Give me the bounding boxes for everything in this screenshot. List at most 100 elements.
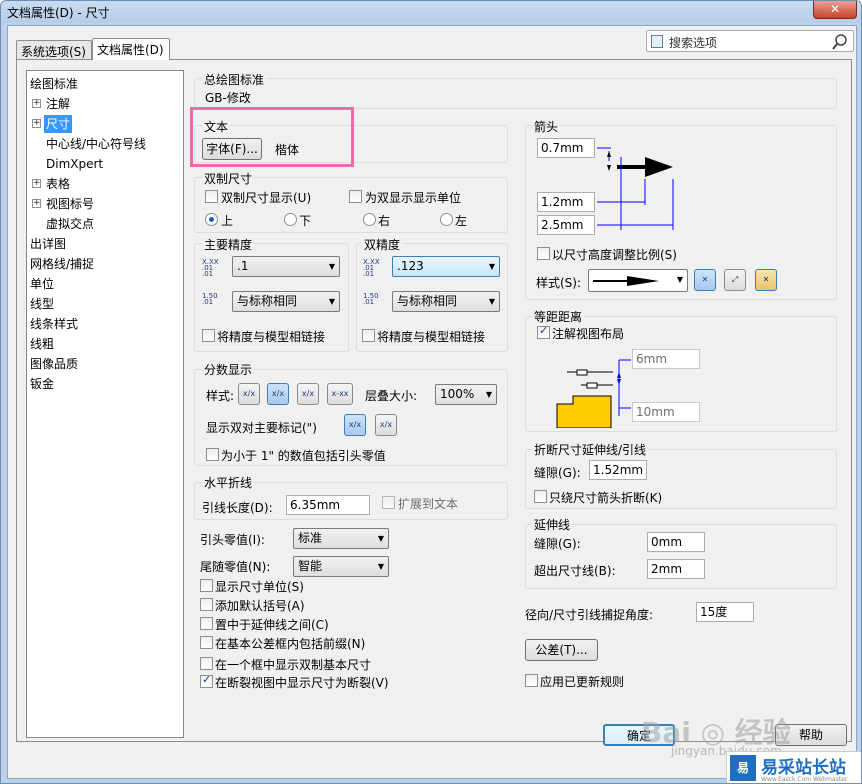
lead-zero-select[interactable]: 标准 (293, 528, 389, 549)
precision-value-icon: X.XX .01 .01 (363, 258, 380, 278)
lead-zero-checkbox[interactable] (206, 448, 219, 461)
stack-size-label: 层叠大小: (365, 389, 418, 403)
precision-value-icon: X.XX .01 .01 (202, 258, 219, 278)
overall-standard-group (194, 78, 837, 109)
tree-item-line-style[interactable]: 线条样式 (30, 315, 78, 333)
dual-display-checkbox[interactable] (205, 190, 218, 203)
dual-link-checkbox[interactable] (362, 329, 375, 342)
tree-item-image-quality[interactable]: 图像品质 (30, 355, 78, 373)
lead-zero-label: 为小于 1" 的数值包括引头零值 (221, 449, 386, 463)
ext-gap-input[interactable]: 0mm (647, 532, 705, 552)
tree-item-dimxpert[interactable]: DimXpert (46, 155, 103, 173)
search-icon[interactable] (831, 33, 849, 51)
apply-rules-label: 应用已更新规则 (540, 675, 625, 689)
dual-basic-checkbox[interactable] (200, 657, 213, 670)
fraction-title: 分数显示 (202, 361, 255, 378)
tree-item-units[interactable]: 单位 (30, 275, 54, 293)
only-arrows-checkbox[interactable] (534, 490, 547, 503)
window-title: 文档属性(D) - 尺寸 (7, 6, 110, 20)
only-arrows-label: 只绕尺寸箭头折断(K) (549, 491, 663, 505)
radio-bottom[interactable] (284, 213, 297, 226)
expand-icon[interactable]: + (32, 179, 41, 188)
tree-item-annotations[interactable]: 注解 (46, 95, 70, 113)
tolerance-button[interactable]: 公差(T)... (525, 639, 598, 661)
tree-item-sheet-metal[interactable]: 钣金 (30, 375, 54, 393)
arrow-size-3-input[interactable]: 2.5mm (537, 215, 595, 235)
primary-link-checkbox[interactable] (202, 329, 215, 342)
show-units-checkbox[interactable] (200, 579, 213, 592)
arrow-outside-icon[interactable]: ⤢ (724, 269, 746, 291)
dual-mark-label: 显示双对主要标记(") (206, 421, 317, 435)
center-ext-label: 置中于延伸线之间(C) (215, 618, 329, 632)
dual-basic-label: 在一个框中显示双制基本尺寸 (215, 658, 372, 672)
extend-text-checkbox[interactable] (382, 496, 395, 509)
dual-precision-select[interactable]: .123 (392, 256, 500, 277)
radio-left[interactable] (440, 213, 453, 226)
center-ext-checkbox[interactable] (200, 617, 213, 630)
broken-gap-label: 缝隙(G): (534, 466, 581, 480)
arrow-smart-icon[interactable]: ✕ (755, 269, 777, 291)
lead-zero-select-label: 引头零值(I): (200, 533, 265, 547)
search-input[interactable]: 搜索选项 (669, 34, 717, 51)
extend-text-label: 扩展到文本 (398, 497, 459, 511)
expand-icon[interactable]: + (32, 199, 41, 208)
arrow-style-label: 样式(S): (536, 276, 582, 290)
radio-bottom-label: 下 (299, 214, 312, 228)
ext-gap-label: 缝隙(G): (534, 537, 581, 551)
arrow-style-select[interactable] (588, 269, 688, 292)
fraction-style-icon[interactable]: x/x (238, 383, 260, 405)
apply-rules-checkbox[interactable] (525, 674, 538, 687)
options-tree[interactable]: 绘图标准 + 注解 + 尺寸 中心线/中心符号线 DimXpert + 表格 +… (26, 70, 184, 738)
offset-title: 等距距离 (532, 308, 585, 325)
fraction-dash-icon[interactable]: x-xx (327, 383, 353, 405)
radio-right[interactable] (363, 213, 376, 226)
basic-prefix-checkbox[interactable] (200, 636, 213, 649)
offset-2-input[interactable]: 10mm (632, 402, 700, 422)
fraction-diagonal-icon[interactable]: x/x (297, 383, 319, 405)
basic-prefix-label: 在基本公差框内包括前缀(N) (215, 637, 366, 651)
tree-item-grid-snap[interactable]: 网格线/捕捉 (30, 255, 94, 273)
add-parens-checkbox[interactable] (200, 598, 213, 611)
tree-item-virtual-sharps[interactable]: 虚拟交点 (46, 215, 94, 233)
dual-mark-icon-a[interactable]: x/x (344, 414, 366, 436)
expand-icon[interactable]: + (32, 99, 41, 108)
ext-beyond-input[interactable]: 2mm (647, 559, 705, 579)
leader-length-input[interactable]: 6.35mm (286, 495, 370, 515)
snap-layout-checkbox[interactable] (537, 324, 550, 339)
tree-item-drafting-standard[interactable]: 绘图标准 (30, 75, 78, 93)
tree-item-view-labels[interactable]: 视图标号 (46, 195, 94, 213)
scale-height-label: 以尺寸高度调整比例(S) (552, 248, 677, 262)
tree-item-tables[interactable]: 表格 (46, 175, 70, 193)
fraction-stacked-icon[interactable]: x/x (267, 383, 289, 405)
dual-mark-icon-b[interactable]: x/x (375, 414, 397, 436)
dual-units-checkbox[interactable] (349, 190, 362, 203)
tree-item-centerlines[interactable]: 中心线/中心符号线 (46, 135, 146, 153)
broken-gap-input[interactable]: 1.52mm (589, 460, 647, 480)
radio-top[interactable] (205, 213, 218, 226)
stack-size-select[interactable]: 100% (435, 384, 497, 405)
expand-icon[interactable]: + (32, 119, 41, 128)
tree-item-dimensions[interactable]: 尺寸 (44, 115, 73, 133)
close-button[interactable]: ✕ (813, 1, 857, 19)
dual-tolerance-select[interactable]: 与标称相同 (392, 291, 500, 312)
offset-1-input[interactable]: 6mm (632, 349, 700, 369)
tree-item-detailing[interactable]: 出详图 (30, 235, 66, 253)
site-badge: 易 易采站长站 Www.Easck.Com Webmaster (726, 751, 861, 783)
primary-tolerance-select[interactable]: 与标称相同 (232, 291, 340, 312)
tab-system-options[interactable]: 系统选项(S) (16, 40, 92, 59)
show-units-label: 显示尺寸单位(S) (215, 580, 304, 594)
tree-item-line-thickness[interactable]: 线粗 (30, 335, 54, 353)
scale-height-checkbox[interactable] (537, 247, 550, 260)
trail-zero-select[interactable]: 智能 (293, 556, 389, 577)
arrow-size-1-input[interactable]: 0.7mm (537, 138, 595, 158)
tab-document-properties[interactable]: 文档属性(D) (92, 38, 170, 60)
arrow-size-2-input[interactable]: 1.2mm (537, 192, 595, 212)
title-bar: 文档属性(D) - 尺寸 ✕ (1, 1, 861, 23)
broken-view-checkbox[interactable] (200, 673, 213, 688)
tree-item-line-font[interactable]: 线型 (30, 295, 54, 313)
search-box[interactable]: 搜索选项 (646, 30, 854, 52)
primary-precision-select[interactable]: .1 (232, 256, 340, 277)
arrow-inside-icon[interactable]: ✕ (694, 269, 716, 291)
radial-snap-input[interactable]: 15度 (696, 602, 754, 622)
dual-display-label: 双制尺寸显示(U) (221, 191, 312, 205)
